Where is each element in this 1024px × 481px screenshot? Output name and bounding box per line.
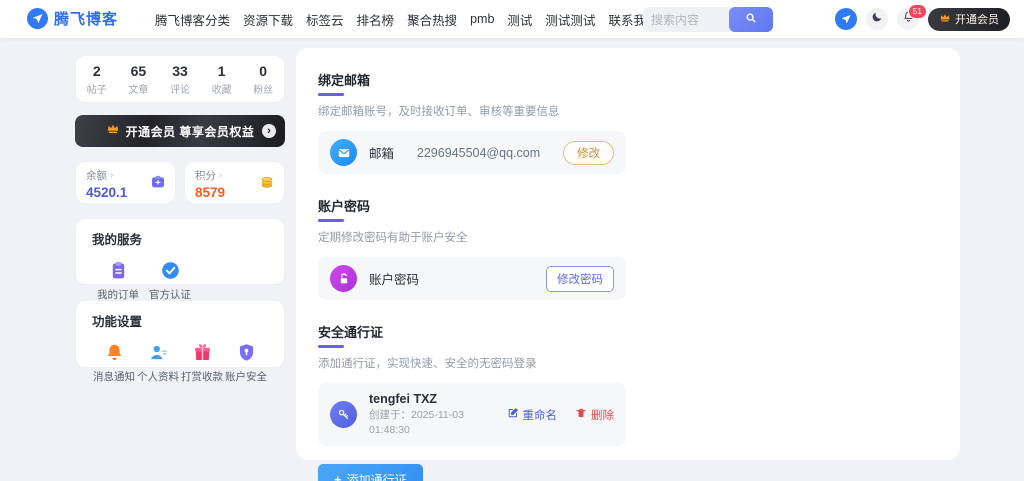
mail-icon: [330, 139, 357, 166]
user-avatar[interactable]: [835, 8, 857, 30]
nav-item-categories[interactable]: 腾飞博客分类: [155, 10, 230, 29]
add-passkey-button[interactable]: + 添加通行证: [318, 464, 423, 481]
dark-mode-toggle[interactable]: [866, 8, 888, 30]
email-row: 邮箱 2296945504@qq.com 修改: [318, 131, 626, 174]
stat-articles[interactable]: 65 文章: [118, 63, 160, 96]
passkey-name: tengfei TXZ: [369, 392, 469, 406]
nav-item-hot-search[interactable]: 聚合热搜: [407, 10, 457, 29]
nav-item-downloads[interactable]: 资源下载: [243, 10, 293, 29]
account-settings-panel: 绑定邮箱 绑定邮箱账号，及时接收订单、审核等重要信息 邮箱 2296945504…: [296, 48, 960, 460]
user-stats-card: 2 帖子 65 文章 33 评论 1 收藏 0 粉丝: [75, 55, 285, 103]
email-binding-section: 绑定邮箱 绑定邮箱账号，及时接收订单、审核等重要信息 邮箱 2296945504…: [318, 70, 626, 174]
rename-passkey-button[interactable]: 重命名: [507, 407, 558, 423]
stat-posts[interactable]: 2 帖子: [76, 63, 118, 96]
passkey-section-subtitle: 添加通行证，实现快速、安全的无密码登录: [318, 355, 626, 371]
search-bar: [643, 7, 773, 32]
nav-item-test2[interactable]: 测试测试: [545, 10, 595, 29]
plus-icon: +: [334, 473, 342, 481]
search-button[interactable]: [729, 7, 773, 32]
lock-icon: [330, 265, 357, 292]
navbar-right-group: 51 开通会员: [835, 0, 1010, 38]
email-row-label: 邮箱: [369, 143, 394, 162]
nav-item-tags[interactable]: 标签云: [306, 10, 344, 29]
notification-badge: 51: [908, 4, 927, 19]
services-panel-title: 我的服务: [92, 229, 268, 248]
password-section-subtitle: 定期修改密码有助于账户安全: [318, 229, 626, 245]
nav-item-ranking[interactable]: 排名榜: [357, 10, 395, 29]
coins-icon: [259, 174, 275, 195]
site-logo[interactable]: 腾飞博客: [27, 8, 118, 29]
profile-item[interactable]: 个人资料: [136, 339, 180, 384]
key-icon: [330, 401, 357, 428]
passkey-section-title: 安全通行证: [318, 322, 626, 341]
email-section-subtitle: 绑定邮箱账号，及时接收订单、审核等重要信息: [318, 103, 626, 119]
nav-item-test[interactable]: 测试: [507, 10, 532, 29]
stat-comments[interactable]: 33 评论: [159, 63, 201, 96]
trash-icon: [575, 407, 587, 422]
wallet-icon: [150, 174, 166, 195]
crown-icon: [939, 12, 951, 27]
logo-text: 腾飞博客: [54, 8, 118, 29]
balance-label: 余额: [86, 168, 107, 183]
search-icon: [744, 11, 758, 28]
change-password-button[interactable]: 修改密码: [546, 266, 614, 292]
top-navbar: 腾飞博客 腾飞博客分类 资源下载 标签云 排名榜 聚合热搜 pmb 测试 测试测…: [0, 0, 1024, 38]
title-underline: [318, 93, 344, 96]
settings-panel-title: 功能设置: [92, 311, 268, 330]
passkey-row: tengfei TXZ 创建于：2025-11-03 01:48:30 重命名: [318, 383, 626, 446]
message-notifications-item[interactable]: 消息通知: [92, 339, 136, 384]
crown-icon: [106, 122, 120, 141]
edit-icon: [507, 407, 519, 422]
points-card[interactable]: 积分 › 8579: [184, 161, 285, 204]
vip-upgrade-banner[interactable]: 开通会员 尊享会员权益 ›: [75, 115, 285, 147]
open-vip-label: 开通会员: [955, 11, 999, 27]
stat-favorites[interactable]: 1 收藏: [201, 63, 243, 96]
notifications-button[interactable]: 51: [897, 8, 919, 30]
balance-card[interactable]: 余额 › 4520.1: [75, 161, 176, 204]
official-verification-item[interactable]: 官方认证: [144, 257, 196, 302]
reward-collection-item[interactable]: 打赏收款: [180, 339, 224, 384]
email-section-title: 绑定邮箱: [318, 70, 626, 89]
password-row: 账户密码 修改密码: [318, 257, 626, 300]
search-input[interactable]: [643, 13, 729, 27]
main-navigation: 腾飞博客分类 资源下载 标签云 排名榜 聚合热搜 pmb 测试 测试测试 联系我…: [155, 0, 711, 38]
passkey-section: 安全通行证 添加通行证，实现快速、安全的无密码登录 tengfei TXZ 创建…: [318, 322, 626, 481]
password-section: 账户密码 定期修改密码有助于账户安全 账户密码 修改密码: [318, 196, 626, 300]
my-orders-item[interactable]: 我的订单: [92, 257, 144, 302]
feature-settings-panel: 功能设置 消息通知 个人资料 打赏收款 账户安全: [75, 300, 285, 368]
password-section-title: 账户密码: [318, 196, 626, 215]
open-vip-button[interactable]: 开通会员: [928, 8, 1010, 31]
shield-icon: [224, 339, 268, 365]
stat-followers[interactable]: 0 粉丝: [242, 63, 284, 96]
my-services-panel: 我的服务 我的订单 官方认证: [75, 218, 285, 285]
logo-icon: [27, 8, 48, 29]
chevron-right-icon: ›: [262, 124, 276, 138]
account-security-item[interactable]: 账户安全: [224, 339, 268, 384]
nav-item-pmb[interactable]: pmb: [470, 12, 494, 26]
notification-bell-icon: [92, 339, 136, 365]
person-icon: [136, 339, 180, 365]
email-address-value: 2296945504@qq.com: [394, 146, 563, 160]
delete-passkey-button[interactable]: 删除: [575, 407, 614, 423]
vip-banner-label: 开通会员 尊享会员权益: [126, 123, 255, 140]
moon-icon: [871, 10, 883, 28]
title-underline: [318, 219, 344, 222]
password-row-label: 账户密码: [369, 269, 419, 288]
chevron-right-icon: ›: [219, 170, 222, 181]
title-underline: [318, 345, 344, 348]
gift-icon: [180, 339, 224, 365]
verified-badge-icon: [144, 257, 196, 283]
points-label: 积分: [195, 168, 216, 183]
chevron-right-icon: ›: [110, 170, 113, 181]
clipboard-icon: [92, 257, 144, 283]
modify-email-button[interactable]: 修改: [563, 141, 614, 165]
passkey-created-date: 创建于：2025-11-03 01:48:30: [369, 408, 469, 437]
